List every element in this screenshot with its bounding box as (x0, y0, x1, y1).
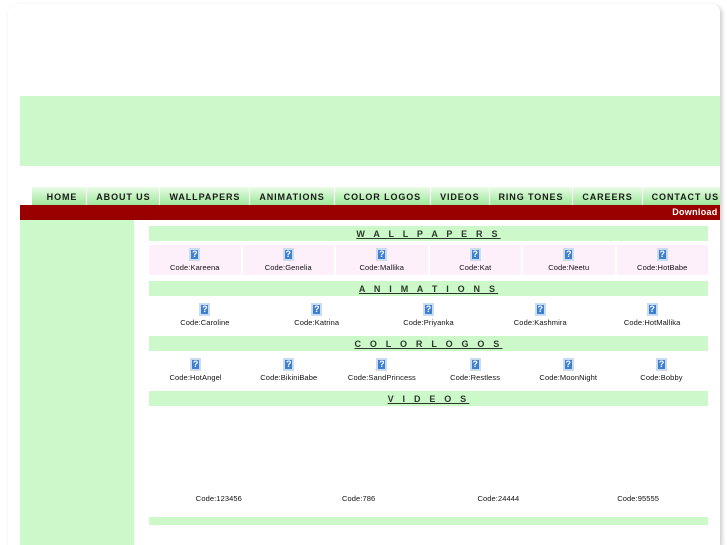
media-item-code: Code:SandPrincess (347, 373, 416, 382)
page-frame: HOME ABOUT US WALLPAPERS ANIMATIONS COLOR LO… (8, 4, 720, 545)
video-item-code: Code:786 (341, 494, 376, 503)
section-header-videos: V I D E O S (149, 391, 708, 406)
broken-image-icon (563, 248, 575, 261)
media-item-code: Code:Bobby (640, 373, 683, 382)
media-item[interactable]: Code:HotBabe (616, 245, 708, 275)
nav-about-us[interactable]: ABOUT US (86, 188, 159, 205)
media-item[interactable]: Code:MoonNight (522, 355, 615, 385)
media-item-code: Code:Restless (450, 373, 501, 382)
media-item[interactable]: Code:Caroline (149, 300, 261, 330)
media-item-code: Code:BikiniBabe (260, 373, 318, 382)
media-item-code: Code:MoonNight (539, 373, 598, 382)
page-body: W A L L P A P E R S Code:Kareena Code:Gene… (20, 220, 720, 545)
media-item-code: Code:Caroline (180, 318, 230, 327)
media-item[interactable]: Code:Katrina (261, 300, 373, 330)
media-item-code: Code:Neetu (548, 263, 590, 272)
media-item-code: Code:Kat (459, 263, 492, 272)
item-row-wallpapers: Code:Kareena Code:Genelia Code:Mallika Code… (149, 245, 708, 275)
broken-image-icon (656, 248, 668, 261)
section-header-wallpapers: W A L L P A P E R S (149, 226, 708, 241)
media-item[interactable]: Code:Restless (429, 355, 522, 385)
broken-image-icon (655, 358, 667, 371)
media-item[interactable]: Code:Neetu (523, 245, 617, 275)
media-item[interactable]: Code:Mallika (336, 245, 430, 275)
hero-gap (20, 166, 720, 187)
sidebar-gutter (134, 220, 144, 545)
broken-image-icon (534, 303, 546, 316)
media-item[interactable]: Code:Bobby (615, 355, 708, 385)
media-item-code: Code:Priyanka (403, 318, 454, 327)
nav-home[interactable]: HOME (38, 188, 87, 205)
media-item[interactable]: Code:Kat (429, 245, 523, 275)
section-header-animations-label: A N I M A T I O N S (358, 283, 499, 294)
media-item[interactable]: Code:Priyanka (373, 300, 485, 330)
marquee-text[interactable]: Download RA (672, 207, 720, 217)
media-item-code: Code:HotBabe (637, 263, 688, 272)
broken-image-icon (283, 358, 295, 371)
item-row-color-logos: Code:HotAngel Code:BikiniBabe Code:SandPri… (149, 355, 708, 385)
section-header-color-logos: C O L O R L O G O S (149, 336, 708, 351)
broken-image-icon (469, 248, 481, 261)
media-item[interactable]: Code:BikiniBabe (242, 355, 335, 385)
nav-videos[interactable]: VIDEOS (430, 188, 488, 205)
page-content-frame: HOME ABOUT US WALLPAPERS ANIMATIONS COLOR LO… (20, 10, 720, 545)
media-item-code: Code:Kashmira (513, 318, 567, 327)
video-item-code: Code:123456 (195, 494, 242, 503)
video-item-code: Code:95555 (617, 494, 660, 503)
video-item[interactable]: Code:24444 (429, 494, 569, 503)
item-row-animations: Code:Caroline Code:Katrina Code:Priyanka Co… (149, 300, 708, 330)
video-item-code: Code:24444 (477, 494, 520, 503)
video-item[interactable]: Code:786 (289, 494, 429, 503)
section-header-animations: A N I M A T I O N S (149, 281, 708, 296)
broken-image-icon (282, 248, 294, 261)
media-item[interactable]: Code:Kashmira (484, 300, 596, 330)
media-item-code: Code:Katrina (294, 318, 340, 327)
nav-color-logos[interactable]: COLOR LOGOS (333, 188, 430, 205)
footer-green-bar (149, 517, 708, 525)
announcement-marquee-bar: Download RA (20, 205, 720, 220)
media-item[interactable]: Code:Kareena (149, 245, 243, 275)
nav-contact-us[interactable]: CONTACT US (641, 188, 720, 205)
broken-image-icon (422, 303, 434, 316)
broken-image-icon (376, 248, 388, 261)
nav-wallpapers[interactable]: WALLPAPERS (159, 188, 249, 205)
broken-image-icon (189, 248, 201, 261)
broken-image-icon (190, 358, 202, 371)
media-item[interactable]: Code:SandPrincess (335, 355, 428, 385)
broken-image-icon (199, 303, 211, 316)
media-item-code: Code:HotMallika (623, 318, 681, 327)
video-item[interactable]: Code:123456 (149, 494, 289, 503)
section-header-color-logos-label: C O L O R L O G O S (354, 338, 503, 349)
nav-ring-tones[interactable]: RING TONES (488, 188, 573, 205)
section-header-videos-label: V I D E O S (387, 393, 470, 404)
broken-image-icon (646, 303, 658, 316)
media-item[interactable]: Code:HotAngel (149, 355, 242, 385)
video-item[interactable]: Code:95555 (568, 494, 708, 503)
top-banner-area (20, 10, 720, 96)
main-navigation[interactable]: HOME ABOUT US WALLPAPERS ANIMATIONS COLOR LO… (32, 187, 720, 205)
media-item-code: Code:Genelia (264, 263, 312, 272)
left-sidebar (20, 220, 134, 545)
video-player-area[interactable] (149, 406, 708, 494)
media-item[interactable]: Code:HotMallika (596, 300, 708, 330)
broken-image-icon (562, 358, 574, 371)
section-header-wallpapers-label: W A L L P A P E R S (356, 228, 501, 239)
media-item-code: Code:Mallika (359, 263, 405, 272)
nav-careers[interactable]: CAREERS (572, 188, 641, 205)
hero-green-band (20, 96, 720, 166)
item-row-videos: Code:123456 Code:786 Code:24444 Code:95555 (149, 494, 708, 503)
broken-image-icon (469, 358, 481, 371)
main-content: W A L L P A P E R S Code:Kareena Code:Gene… (144, 220, 720, 545)
media-item[interactable]: Code:Genelia (242, 245, 336, 275)
broken-image-icon (376, 358, 388, 371)
media-item-code: Code:HotAngel (169, 373, 222, 382)
nav-animations[interactable]: ANIMATIONS (249, 188, 333, 205)
media-item-code: Code:Kareena (169, 263, 220, 272)
broken-image-icon (311, 303, 323, 316)
